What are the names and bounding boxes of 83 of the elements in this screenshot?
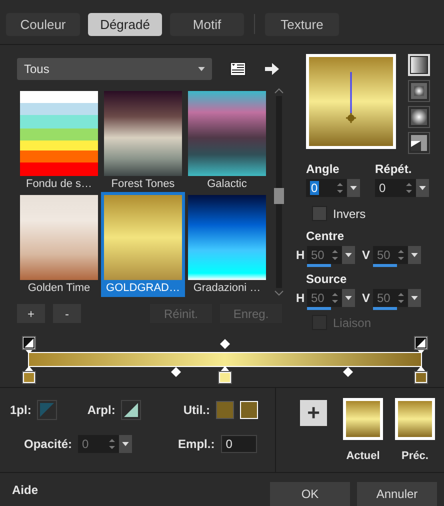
caret-icon [198, 66, 205, 72]
gradient-tile[interactable]: Golden Time [17, 192, 101, 297]
field-label: V [362, 248, 371, 262]
caret-icon [411, 296, 418, 300]
opacity-stop-icon[interactable] [21, 335, 37, 355]
color-swatch[interactable] [216, 401, 234, 419]
gradient-style-button[interactable] [408, 106, 430, 128]
foreground-swatch[interactable] [37, 400, 58, 420]
field-label: Empl.: [178, 437, 215, 451]
scroll-up-icon[interactable] [274, 88, 284, 94]
gradient-preview[interactable] [306, 54, 396, 149]
opacity-stop-icon[interactable] [413, 335, 429, 355]
gradient-name: Golden Time [28, 281, 90, 296]
field-label: V [362, 291, 371, 305]
number-field[interactable]: 0 [306, 179, 360, 197]
gradient-name: GOLDGRAD… [106, 281, 180, 296]
list-button[interactable]: - [53, 304, 81, 323]
dropdown-button[interactable] [416, 179, 429, 197]
gradient-name: Gradazioni … [193, 281, 261, 296]
swatch-caption: Actuel [346, 450, 380, 462]
location-field[interactable]: 0 [220, 435, 257, 453]
field-label: Util.: [183, 403, 210, 417]
gradient-tile[interactable]: Galactic [185, 88, 269, 193]
gradient-style-button[interactable] [408, 80, 430, 102]
field-label: H [296, 291, 305, 305]
number-field[interactable]: 0 [375, 179, 429, 197]
gradient-bar[interactable] [28, 352, 422, 367]
gradient-name: Fondu de s… [26, 177, 92, 192]
help-link[interactable]: Aide [12, 482, 263, 496]
midpoint-marker[interactable] [220, 339, 230, 349]
caret-icon [345, 296, 352, 300]
caret-icon [122, 442, 130, 446]
scrollbar[interactable] [273, 88, 285, 296]
caret-icon [411, 252, 418, 258]
field-label: Opacité: [24, 437, 72, 451]
linear-gradient-icon [411, 57, 427, 73]
dialog-button[interactable]: OK [270, 482, 350, 506]
swatch-caption: Préc. [402, 450, 428, 462]
checkbox-label: Liaison [333, 316, 372, 330]
gradient-tile[interactable]: Forest Tones [101, 88, 185, 193]
list-button[interactable]: + [17, 304, 45, 323]
tab[interactable]: Texture [265, 13, 339, 36]
checkbox-label: Invers [333, 206, 366, 220]
radial-gradient-icon [411, 109, 427, 125]
category-dropdown[interactable]: Tous [17, 58, 212, 80]
previous-gradient-swatch[interactable] [395, 398, 435, 440]
gradient-name: Galactic [207, 177, 247, 192]
tab[interactable]: Dégradé [88, 13, 162, 36]
arrow-right-icon[interactable] [265, 63, 279, 75]
sunburst-gradient-icon [411, 135, 427, 151]
field-label: Arpl: [87, 403, 116, 417]
background-swatch[interactable] [121, 400, 142, 420]
field-label: H [296, 248, 305, 262]
dialog-button[interactable]: Annuler [357, 482, 437, 506]
tab[interactable]: Motif [170, 13, 244, 36]
gradient-tile[interactable]: Gradazioni … [185, 192, 269, 297]
color-stop-icon[interactable] [21, 365, 37, 385]
current-gradient-swatch [343, 398, 383, 440]
color-stop-icon[interactable] [217, 365, 233, 385]
color-stop-icon[interactable] [413, 365, 429, 385]
gradient-style-button[interactable] [408, 132, 430, 154]
scroll-thumb[interactable] [274, 188, 284, 204]
gradient-name: Forest Tones [111, 177, 175, 192]
list-view-icon[interactable] [230, 62, 246, 76]
section-label: Source [306, 272, 348, 286]
caret-icon [350, 186, 357, 190]
gradient-tile[interactable]: Fondu de s… [17, 88, 101, 193]
rectangular-gradient-icon [411, 83, 427, 99]
field-label: Répét. [375, 162, 413, 176]
checkbox[interactable] [312, 206, 327, 221]
angle-handle-icon[interactable] [345, 72, 357, 124]
field-label: 1pl: [10, 403, 32, 417]
spin-arrows-icon[interactable] [404, 180, 414, 196]
add-button[interactable]: + [300, 400, 327, 426]
spin-arrows-icon[interactable] [335, 180, 345, 196]
tab[interactable]: Couleur [6, 13, 80, 36]
caret-icon [345, 252, 352, 258]
dropdown-button[interactable] [347, 179, 360, 197]
caret-icon [419, 186, 426, 190]
field-label: Angle [306, 162, 340, 176]
section-label: Centre [306, 229, 346, 243]
gradient-tile[interactable]: GOLDGRAD… [101, 192, 185, 297]
scroll-down-icon[interactable] [274, 290, 284, 296]
